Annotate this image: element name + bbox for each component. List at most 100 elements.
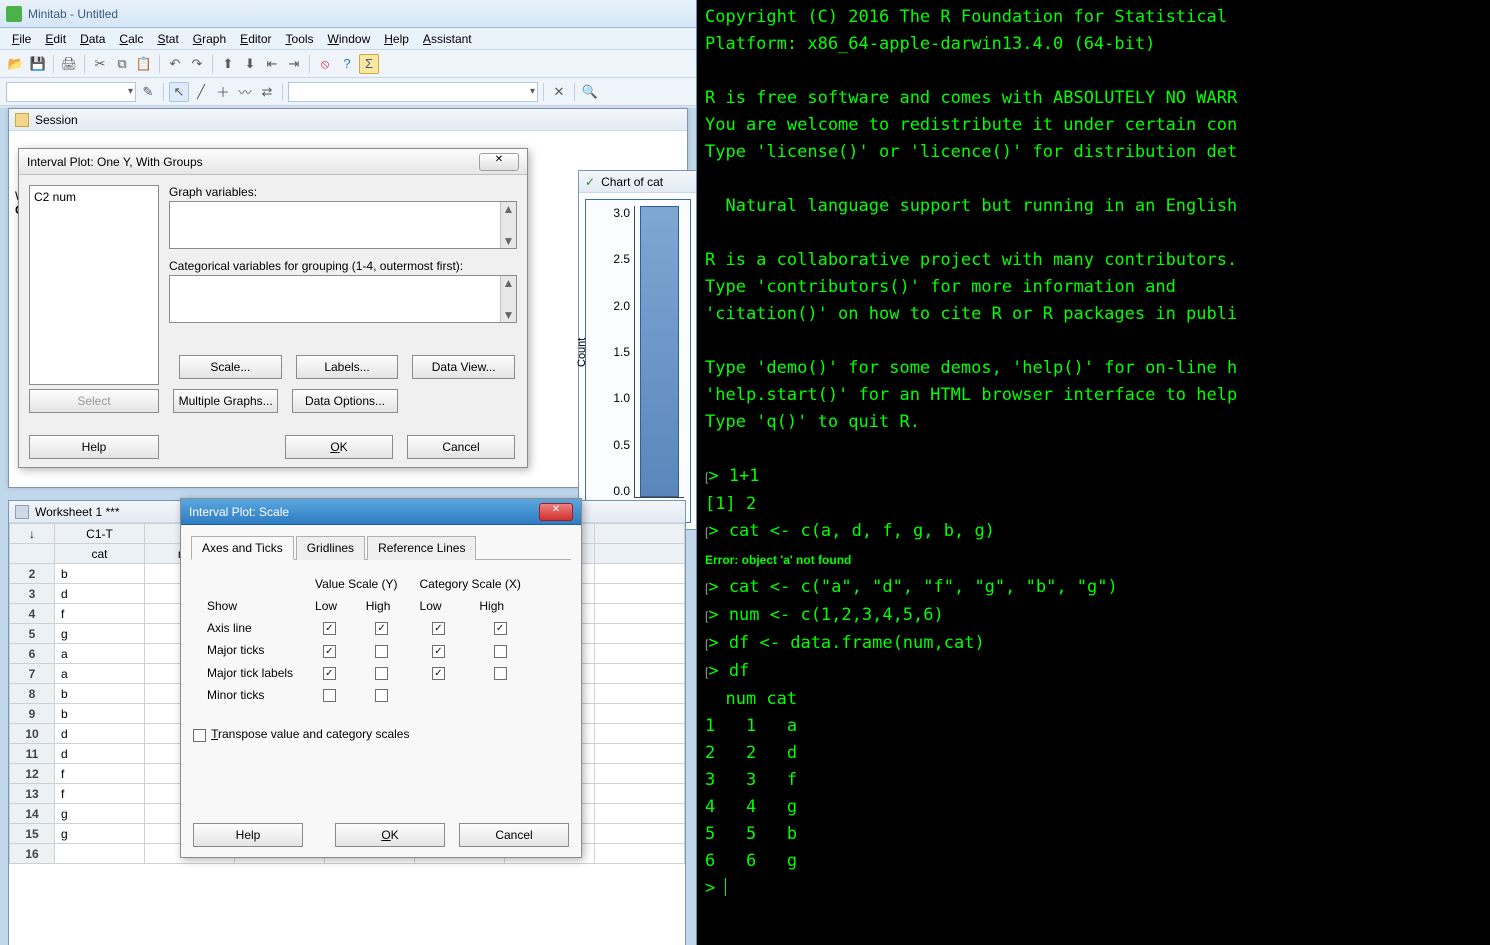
- scale-dialog-close-button[interactable]: ✕: [539, 503, 573, 521]
- cell[interactable]: [595, 564, 685, 584]
- checkbox[interactable]: [323, 645, 336, 658]
- variable-listbox[interactable]: C2 num: [29, 185, 159, 385]
- cell[interactable]: a: [55, 664, 145, 684]
- crosshair-icon[interactable]: ＋: [213, 82, 233, 102]
- multiple-graphs-button[interactable]: Multiple Graphs...: [173, 389, 278, 413]
- cell[interactable]: [595, 684, 685, 704]
- cancel-button[interactable]: Cancel: [407, 435, 515, 459]
- menu-window[interactable]: Window: [322, 30, 377, 48]
- row-header[interactable]: 9: [10, 704, 55, 724]
- menu-file[interactable]: File: [6, 30, 37, 48]
- checkbox[interactable]: [432, 622, 445, 635]
- cell[interactable]: g: [55, 624, 145, 644]
- pointer-icon[interactable]: ↖: [169, 82, 189, 102]
- cell[interactable]: g: [55, 824, 145, 844]
- combo-2[interactable]: [288, 82, 538, 102]
- checkbox[interactable]: [323, 689, 336, 702]
- categorical-variables-input[interactable]: ▲▼: [169, 275, 517, 323]
- cell[interactable]: [595, 784, 685, 804]
- cell[interactable]: [55, 844, 145, 864]
- scale-dialog-titlebar[interactable]: Interval Plot: Scale ✕: [181, 499, 581, 525]
- nav-first-icon[interactable]: ⇤: [262, 54, 282, 74]
- scale-help-button[interactable]: Help: [193, 823, 303, 847]
- menu-help[interactable]: Help: [378, 30, 415, 48]
- cell[interactable]: b: [55, 564, 145, 584]
- row-header[interactable]: 6: [10, 644, 55, 664]
- swap-icon[interactable]: ⇄: [257, 82, 277, 102]
- r-console[interactable]: Copyright (C) 2016 The R Foundation for …: [697, 0, 1490, 945]
- nav-last-icon[interactable]: ⇥: [284, 54, 304, 74]
- row-header[interactable]: 7: [10, 664, 55, 684]
- scrollbar[interactable]: ▲▼: [500, 276, 516, 322]
- menu-graph[interactable]: Graph: [187, 30, 232, 48]
- row-header[interactable]: 13: [10, 784, 55, 804]
- checkbox[interactable]: [323, 622, 336, 635]
- row-header[interactable]: 11: [10, 744, 55, 764]
- row-header[interactable]: 4: [10, 604, 55, 624]
- menu-stat[interactable]: Stat: [151, 30, 184, 48]
- checkbox[interactable]: [375, 622, 388, 635]
- sigma-icon[interactable]: Σ: [359, 54, 379, 74]
- row-header[interactable]: 14: [10, 804, 55, 824]
- cell[interactable]: a: [55, 644, 145, 664]
- redo-icon[interactable]: ↷: [187, 54, 207, 74]
- graph-variables-input[interactable]: ▲▼: [169, 201, 517, 249]
- listbox-item[interactable]: C2 num: [34, 190, 154, 204]
- session-title-bar[interactable]: Session: [9, 109, 687, 131]
- cell[interactable]: f: [55, 764, 145, 784]
- col-header[interactable]: [595, 524, 685, 544]
- menu-data[interactable]: Data: [74, 30, 111, 48]
- checkbox[interactable]: [494, 667, 507, 680]
- draw-icon[interactable]: ╱: [191, 82, 211, 102]
- row-header[interactable]: 15: [10, 824, 55, 844]
- close-icon[interactable]: ✕: [549, 82, 569, 102]
- cell[interactable]: [595, 764, 685, 784]
- scale-ok-button[interactable]: OK: [335, 823, 445, 847]
- col-header[interactable]: C1-T: [55, 524, 145, 544]
- brush-icon[interactable]: ✎: [138, 82, 158, 102]
- row-header[interactable]: 8: [10, 684, 55, 704]
- transpose-checkbox[interactable]: [193, 729, 206, 742]
- help-icon[interactable]: ?: [337, 54, 357, 74]
- col-name[interactable]: cat: [55, 544, 145, 564]
- cancel-icon[interactable]: ⦸: [315, 54, 335, 74]
- row-header[interactable]: 5: [10, 624, 55, 644]
- scrollbar[interactable]: ▲▼: [500, 202, 516, 248]
- checkbox[interactable]: [375, 645, 388, 658]
- cell[interactable]: [595, 824, 685, 844]
- cell[interactable]: b: [55, 704, 145, 724]
- help-button[interactable]: Help: [29, 435, 159, 459]
- paste-icon[interactable]: 📋: [134, 54, 154, 74]
- menu-edit[interactable]: Edit: [39, 30, 72, 48]
- checkbox[interactable]: [432, 667, 445, 680]
- open-icon[interactable]: 📂: [6, 54, 26, 74]
- cell[interactable]: b: [55, 684, 145, 704]
- cell[interactable]: [595, 604, 685, 624]
- cell[interactable]: [595, 624, 685, 644]
- checkbox[interactable]: [432, 645, 445, 658]
- nav-down-icon[interactable]: ⬇: [240, 54, 260, 74]
- select-button[interactable]: Select: [29, 389, 159, 413]
- row-header[interactable]: 12: [10, 764, 55, 784]
- cell[interactable]: [595, 724, 685, 744]
- col-name[interactable]: [10, 544, 55, 564]
- labels-button[interactable]: Labels...: [296, 355, 399, 379]
- cell[interactable]: [595, 584, 685, 604]
- chart-title-bar[interactable]: ✓ Chart of cat: [579, 171, 697, 193]
- cell[interactable]: d: [55, 724, 145, 744]
- menu-editor[interactable]: Editor: [234, 30, 277, 48]
- magnify-icon[interactable]: 🔍: [580, 82, 600, 102]
- zigzag-icon[interactable]: 〰: [235, 82, 255, 102]
- cell[interactable]: [595, 744, 685, 764]
- combo-1[interactable]: [6, 82, 136, 102]
- cell[interactable]: [595, 664, 685, 684]
- row-header[interactable]: 3: [10, 584, 55, 604]
- cell[interactable]: g: [55, 804, 145, 824]
- ok-button[interactable]: OK: [285, 435, 393, 459]
- cell[interactable]: f: [55, 604, 145, 624]
- col-header[interactable]: ↓: [10, 524, 55, 544]
- cell[interactable]: d: [55, 744, 145, 764]
- cell[interactable]: [595, 804, 685, 824]
- nav-up-icon[interactable]: ⬆: [218, 54, 238, 74]
- interval-dialog-titlebar[interactable]: Interval Plot: One Y, With Groups ✕: [19, 149, 527, 175]
